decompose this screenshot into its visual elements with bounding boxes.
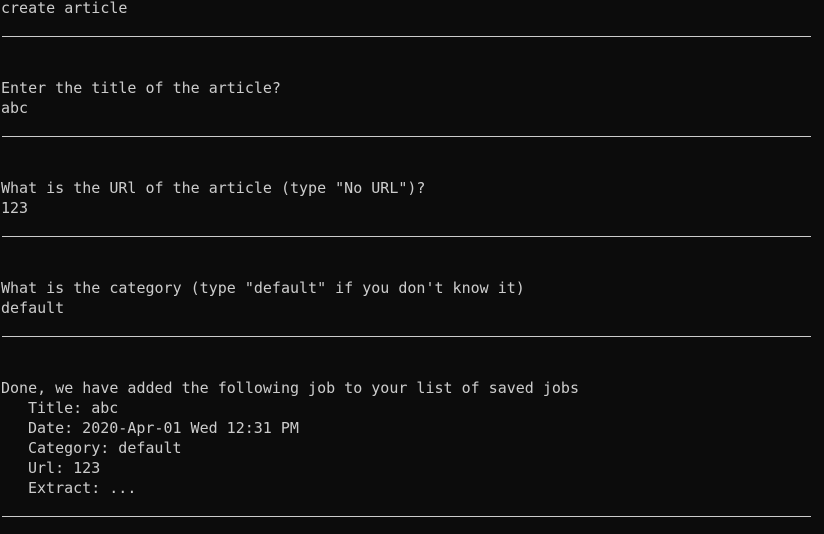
summary-url: Url: 123 [28,459,101,477]
separator-3 [2,236,811,237]
summary-extract: Extract: ... [28,479,137,497]
separator-5 [2,516,811,517]
console-window[interactable]: create article Enter the title of the ar… [0,0,824,534]
separator-2 [2,136,811,137]
category-question: What is the category (type "default" if … [1,279,525,297]
done-message: Done, we have added the following job to… [1,379,579,397]
title-answer: abc [1,99,29,117]
command-line: create article [1,0,128,17]
separator-1 [2,36,811,37]
url-answer: 123 [1,199,29,217]
title-question: Enter the title of the article? [1,79,281,97]
summary-date: Date: 2020-Apr-01 Wed 12:31 PM [28,419,299,437]
separator-4 [2,336,811,337]
url-question: What is the URl of the article (type "No… [1,179,426,197]
summary-title: Title: abc [28,399,119,417]
category-answer: default [1,299,65,317]
summary-category: Category: default [28,439,182,457]
